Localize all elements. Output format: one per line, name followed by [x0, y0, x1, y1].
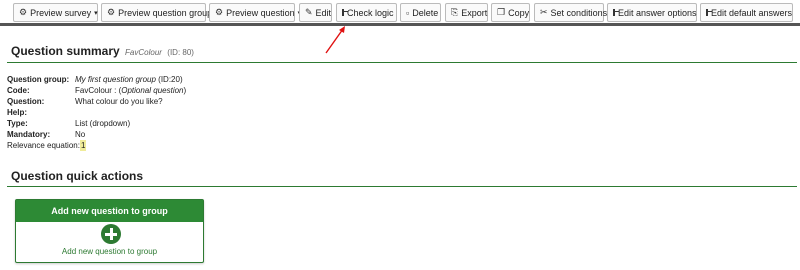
caret-down-icon: ▾: [94, 9, 98, 17]
delete-button[interactable]: ▫ Delete: [400, 3, 441, 22]
section-divider: [7, 62, 797, 63]
summary-value: List (dropdown): [75, 119, 131, 128]
summary-row-code: Code: FavColour : (Optional question): [7, 85, 186, 96]
edit-button[interactable]: ✎ Edit: [299, 3, 332, 22]
summary-row-relevance: Relevance equation: 1: [7, 140, 186, 151]
gear-icon: ⚙: [215, 7, 224, 17]
set-conditions-label: Set conditions: [550, 7, 608, 18]
summary-value: What colour do you like?: [75, 97, 163, 106]
preview-question-button[interactable]: ⚙ Preview question ▾: [209, 3, 301, 22]
check-logic-button[interactable]: Check logic: [336, 3, 397, 22]
question-id: (ID: 80): [167, 48, 194, 57]
add-question-card[interactable]: Add new question to group Add new questi…: [15, 199, 204, 263]
annotation-arrow-icon: [325, 26, 345, 54]
add-question-link[interactable]: Add new question to group: [16, 247, 203, 256]
section-divider: [7, 186, 797, 187]
copy-button[interactable]: ❐ Copy: [491, 3, 530, 22]
preview-survey-label: Preview survey: [30, 7, 92, 18]
question-summary-heading: Question summary FavColour (ID: 80): [11, 44, 194, 58]
check-logic-icon: [342, 9, 348, 16]
edit-label: Edit: [315, 7, 332, 18]
group-id: (ID:20): [155, 75, 183, 84]
set-conditions-button[interactable]: ✂ Set conditions: [534, 3, 607, 22]
trash-icon: ▫: [406, 7, 410, 18]
edit-default-answers-button[interactable]: Edit default answers: [700, 3, 793, 22]
preview-question-group-button[interactable]: ⚙ Preview question group ▾: [101, 3, 219, 22]
code-value: FavColour : (: [75, 86, 122, 95]
code-optional: Optional question: [121, 86, 184, 95]
edit-answer-options-label: Edit answer options: [618, 7, 697, 18]
summary-key: Question:: [7, 97, 45, 106]
preview-question-label: Preview question: [226, 7, 295, 18]
group-name: My first question group: [75, 75, 156, 84]
summary-row-type: Type: List (dropdown): [7, 118, 186, 129]
summary-value: FavColour : (Optional question): [75, 85, 186, 96]
question-summary-title: Question summary: [11, 44, 120, 58]
copy-label: Copy: [508, 7, 530, 18]
summary-row-mandatory: Mandatory: No: [7, 129, 186, 140]
relevance-value: 1: [79, 140, 87, 151]
export-label: Export: [461, 7, 488, 18]
summary-key: Code:: [7, 86, 30, 95]
relevance-label: Relevance equation:: [7, 141, 80, 150]
list-icon: [613, 9, 619, 16]
toolbar: ⚙ Preview survey ▾ ⚙ Preview question gr…: [0, 0, 800, 26]
summary-value: My first question group (ID:20): [75, 74, 183, 85]
delete-label: Delete: [412, 7, 439, 18]
summary-key: Question group:: [7, 75, 70, 84]
quick-actions-heading: Question quick actions: [11, 169, 143, 183]
copy-icon: ❐: [497, 7, 506, 17]
list-icon: [706, 9, 712, 16]
conditions-icon: ✂: [540, 7, 548, 17]
summary-row-group: Question group: My first question group …: [7, 74, 186, 85]
quick-actions-title: Question quick actions: [11, 169, 144, 183]
plus-circle-icon[interactable]: [101, 224, 121, 244]
add-question-card-header[interactable]: Add new question to group: [16, 200, 203, 222]
code-close: ): [183, 86, 187, 95]
summary-row-help: Help:: [7, 107, 186, 118]
gear-icon: ⚙: [107, 7, 116, 17]
edit-answer-options-button[interactable]: Edit answer options: [607, 3, 697, 22]
check-logic-label: Check logic: [347, 7, 394, 18]
export-button[interactable]: ⎘ Export: [445, 3, 488, 22]
summary-value: No: [75, 130, 86, 139]
summary-row-question: Question: What colour do you like?: [7, 96, 186, 107]
summary-key: Type:: [7, 119, 28, 128]
preview-survey-button[interactable]: ⚙ Preview survey ▾: [13, 3, 98, 22]
export-icon: ⎘: [451, 7, 459, 17]
question-summary-table: Question group: My first question group …: [7, 74, 186, 151]
summary-key: Mandatory:: [7, 130, 51, 139]
edit-default-answers-label: Edit default answers: [711, 7, 793, 18]
pencil-icon: ✎: [305, 7, 313, 17]
preview-question-group-label: Preview question group: [118, 7, 213, 18]
gear-icon: ⚙: [19, 7, 28, 17]
question-code: FavColour: [125, 48, 162, 57]
summary-key: Help:: [7, 108, 27, 117]
